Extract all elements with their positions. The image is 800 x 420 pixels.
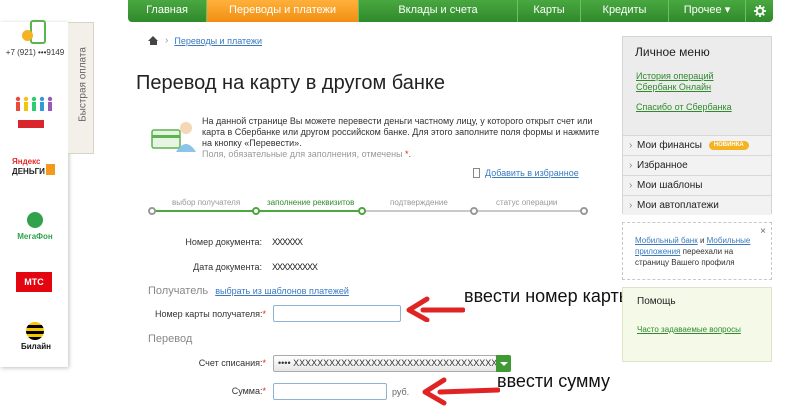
intro-description: На данной странице Вы можете перевести д… <box>202 116 600 148</box>
arrow-annotation-card <box>406 296 465 322</box>
step-label-3: подтверждение <box>390 198 448 207</box>
doc-date-label: Дата документа: <box>193 262 262 272</box>
menu-item-finances[interactable]: Мои финансы НОВИНКА <box>623 135 771 155</box>
step-label-2: заполнение реквизитов <box>267 198 355 207</box>
history-link[interactable]: История операций Сбербанк Онлайн <box>636 71 746 93</box>
account-label-text: Счет списания: <box>198 358 263 368</box>
amount-label-text: Сумма: <box>231 386 263 396</box>
menu-item-autopayments[interactable]: Мои автоплатежи <box>623 195 771 215</box>
tab-main[interactable]: Главная <box>128 0 207 22</box>
amount-input[interactable] <box>273 383 387 400</box>
card-number-label: Номер карты получателя:* <box>140 309 266 319</box>
megafon-label: МегаФон <box>17 232 53 241</box>
recipient-section-title: Получатель <box>148 285 209 297</box>
account-label: Счет списания:* <box>160 358 266 368</box>
menu-item-favorites[interactable]: Избранное <box>623 155 771 175</box>
yandex-money-label: ДЕНЬГИ <box>12 167 45 176</box>
transfer-section-title: Перевод <box>148 333 193 345</box>
add-to-favorites-link[interactable]: Добавить в избранное <box>485 168 579 178</box>
card-transfer-icon <box>151 122 196 152</box>
charity-logo <box>18 120 44 128</box>
step-dot-5 <box>580 207 588 215</box>
progress-steps: выбор получателя заполнение реквизитов п… <box>148 198 588 220</box>
mobile-promo-and: и <box>699 236 705 245</box>
add-to-favorites[interactable]: Добавить в избранное <box>473 168 579 178</box>
help-title: Помощь <box>637 296 676 307</box>
required-star: *. <box>405 149 412 159</box>
currency-label: руб. <box>392 387 410 397</box>
quick-pay-tab[interactable]: Быстрая оплата <box>68 22 94 154</box>
yandex-label: Яндекс <box>12 157 41 166</box>
breadcrumb-separator: › <box>165 35 169 46</box>
beeline-label: Билайн <box>21 342 51 351</box>
personal-menu: Личное меню История операций Сбербанк Он… <box>622 36 772 215</box>
step-label-4: статус операции <box>496 198 558 207</box>
breadcrumb-link-transfers[interactable]: Переводы и платежи <box>174 36 262 46</box>
tab-other[interactable]: Прочее ▾ <box>669 0 746 22</box>
phone-number[interactable]: +7 (921) •••9149 <box>4 48 66 57</box>
amount-label: Сумма:* <box>160 386 266 396</box>
home-icon[interactable] <box>148 36 159 45</box>
arrow-annotation-amount <box>422 377 500 406</box>
breadcrumb: › Переводы и платежи <box>148 35 262 46</box>
mts-logo[interactable]: МТС <box>16 272 52 292</box>
required-mark: * <box>262 309 266 319</box>
mobile-promo: × Мобильный банк и Мобильные приложения … <box>622 222 772 280</box>
required-mark: * <box>262 358 266 368</box>
tab-deposits[interactable]: Вклады и счета <box>359 0 518 22</box>
step-dot-4 <box>470 207 478 215</box>
megafon-icon[interactable] <box>27 212 43 228</box>
mobile-bank-link[interactable]: Мобильный банк <box>635 236 698 245</box>
tab-cards[interactable]: Карты <box>518 0 581 22</box>
recipient-section: Получатель выбрать из шаблонов платежей <box>148 285 349 297</box>
required-note: Поля, обязательные для заполнения, отмеч… <box>202 149 403 159</box>
wallet-icon <box>46 164 55 175</box>
thanks-link[interactable]: Спасибо от Сбербанка <box>636 102 732 113</box>
coin-icon <box>22 30 33 41</box>
page: Главная Переводы и платежи Вклады и счет… <box>0 0 800 420</box>
new-badge: НОВИНКА <box>708 140 749 150</box>
menu-item-finances-label: Мои финансы <box>637 140 702 151</box>
help-panel: Помощь Часто задаваемые вопросы <box>622 287 772 362</box>
menu-item-templates[interactable]: Мои шаблоны <box>623 175 771 195</box>
top-navigation: Главная Переводы и платежи Вклады и счет… <box>128 0 773 22</box>
card-number-label-text: Номер карты получателя: <box>154 309 263 319</box>
step-dot-3 <box>358 207 366 215</box>
page-title: Перевод на карту в другом банке <box>136 72 446 94</box>
doc-number-value: XXXXXX <box>272 237 303 247</box>
step-dot-1 <box>148 207 156 215</box>
close-icon[interactable]: × <box>760 226 766 237</box>
templates-link[interactable]: выбрать из шаблонов платежей <box>215 286 349 296</box>
intro-text: На данной странице Вы можете перевести д… <box>202 116 602 160</box>
charity-kids-icon[interactable] <box>14 96 54 114</box>
tab-credits[interactable]: Кредиты <box>581 0 669 22</box>
faq-link[interactable]: Часто задаваемые вопросы <box>637 325 741 335</box>
dropdown-arrow-icon[interactable] <box>496 355 511 372</box>
tab-transfers[interactable]: Переводы и платежи <box>207 0 359 22</box>
account-select[interactable]: •••• XXXXXXXXXXXXXXXXXXXXXXXXXXXXXXXXXXX… <box>273 355 497 372</box>
step-label-1: выбор получателя <box>172 198 241 207</box>
step-dot-2 <box>252 207 260 215</box>
required-mark: * <box>262 386 266 396</box>
quick-pay-panel <box>0 22 68 367</box>
card-number-input[interactable] <box>273 305 401 322</box>
beeline-icon[interactable] <box>26 322 44 340</box>
quick-pay-title: Быстрая оплата <box>77 47 89 122</box>
amount-hint: ввести сумму <box>497 371 610 391</box>
personal-menu-title: Личное меню <box>635 45 710 59</box>
settings-button[interactable] <box>746 0 773 22</box>
bookmark-icon <box>473 168 480 178</box>
card-number-hint: ввести номер карты <box>464 286 632 306</box>
doc-date-value: XXXXXXXXX <box>272 262 318 272</box>
transfer-section: Перевод <box>148 333 192 345</box>
doc-number-label: Номер документа: <box>185 237 262 247</box>
gear-icon <box>753 5 766 17</box>
